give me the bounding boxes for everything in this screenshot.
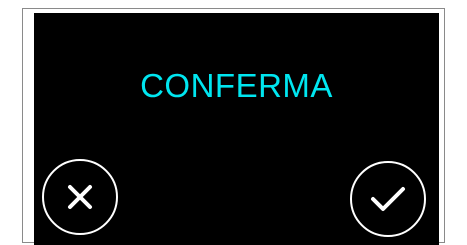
confirm-button[interactable] <box>350 161 426 237</box>
confirm-dialog-screen: CONFERMA <box>34 13 439 245</box>
close-icon <box>65 182 95 212</box>
device-frame: CONFERMA <box>0 0 467 245</box>
checkmark-icon <box>368 183 408 215</box>
cancel-button[interactable] <box>42 159 118 235</box>
dialog-title: CONFERMA <box>140 67 333 104</box>
